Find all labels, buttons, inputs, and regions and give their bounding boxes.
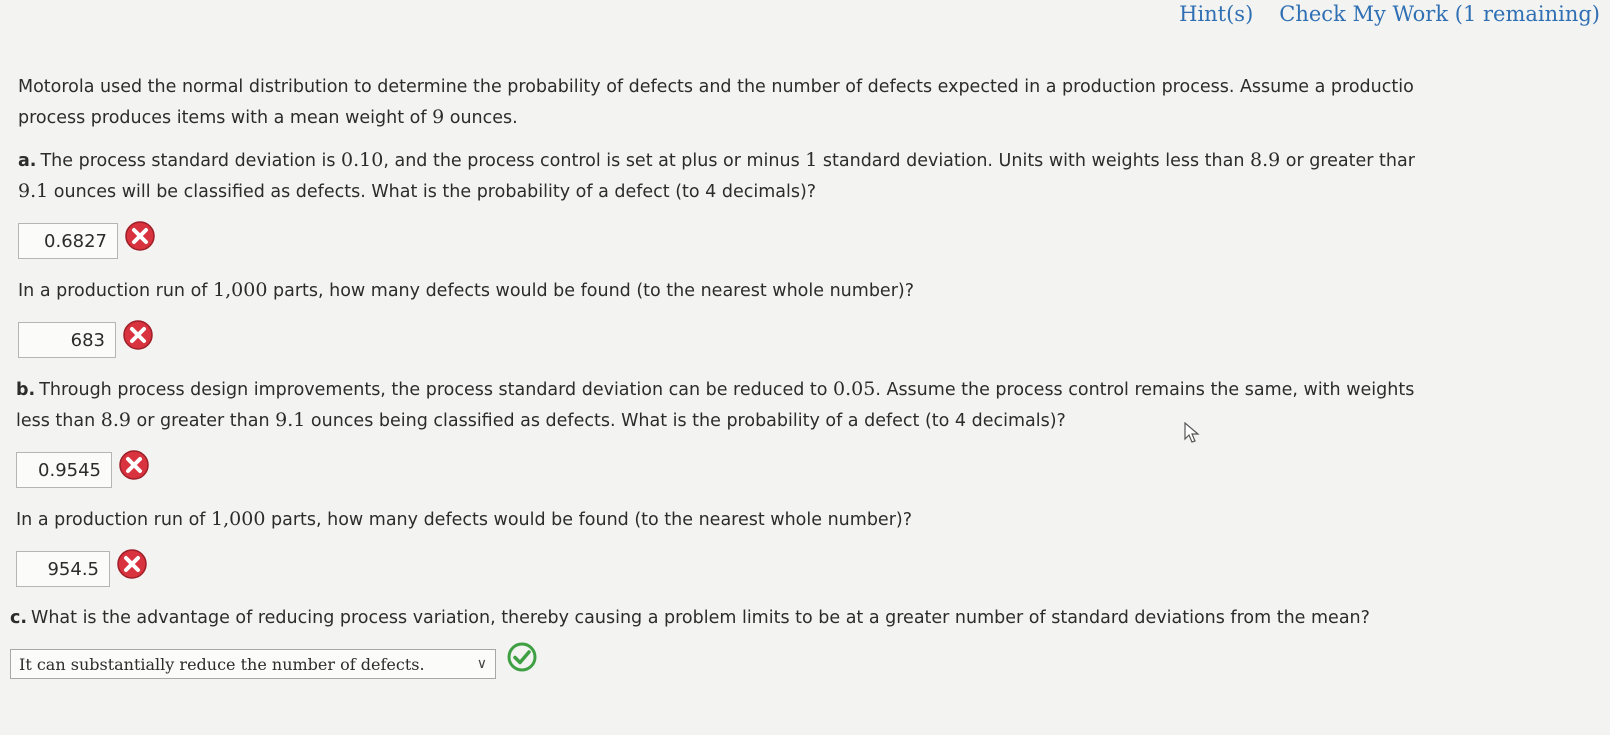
part-c-label: c. [10,608,28,628]
mouse-pointer-icon [1184,422,1200,443]
hints-link[interactable]: Hint(s) [1179,2,1253,26]
answer-input-b-probability[interactable]: 0.9545 [16,452,112,488]
part-a: a. The process standard deviation is 0.10… [18,145,1598,360]
top-toolbar: Hint(s) Check My Work (1 remaining) [1179,0,1600,28]
incorrect-x-icon [119,450,149,480]
answer-input-b-defects[interactable]: 954.5 [16,551,110,587]
mean-value: 9 [432,106,445,128]
select-value: It can substantially reduce the number o… [19,654,425,674]
answer-input-a-defects[interactable]: 683 [18,322,116,358]
answer-input-a-probability[interactable]: 0.6827 [18,223,118,259]
answer-row-a2: 683 [18,320,1598,360]
chevron-down-icon: ∨ [476,656,487,672]
incorrect-x-icon [117,549,147,579]
incorrect-x-icon [123,320,153,350]
question-content: Motorola used the normal distribution to… [10,72,1598,679]
incorrect-x-icon [125,221,155,251]
part-b-label: b. [16,380,36,400]
answer-row-b2: 954.5 [16,549,1598,589]
answer-select-c[interactable]: It can substantially reduce the number o… [10,649,496,679]
answer-row-b1: 0.9545 [16,450,1598,490]
intro-paragraph: Motorola used the normal distribution to… [18,77,1414,128]
answer-row-c: It can substantially reduce the number o… [10,642,1598,679]
correct-check-icon [507,642,537,672]
part-c: c. What is the advantage of reducing proc… [10,603,1598,679]
part-a-label: a. [18,151,37,171]
check-my-work-link[interactable]: Check My Work (1 remaining) [1279,2,1600,26]
part-b: b. Through process design improvements, t… [16,374,1598,589]
answer-row-a1: 0.6827 [18,221,1598,261]
intro-text-line1: Motorola used the normal distribution to… [18,77,1414,97]
